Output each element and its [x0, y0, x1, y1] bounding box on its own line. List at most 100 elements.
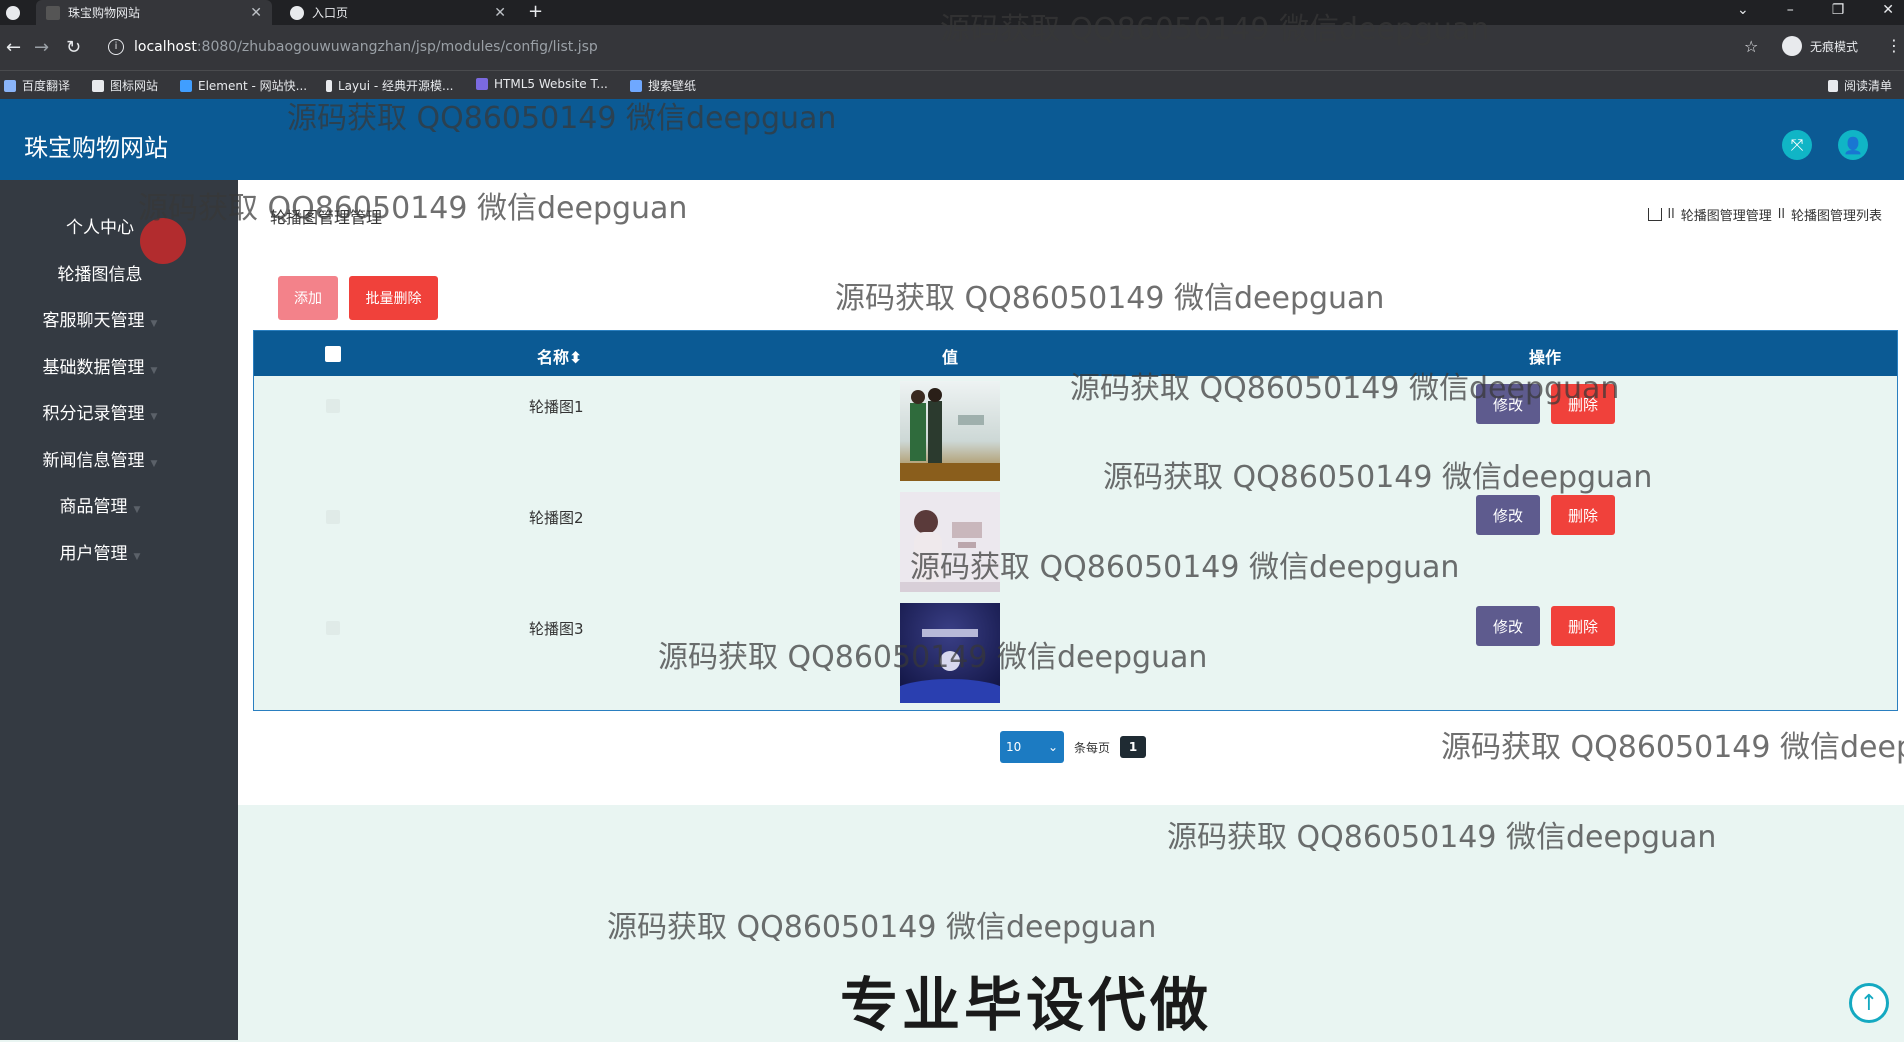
data-table: 名称⬍ 值 操作 轮播图1 修改 删除 轮播图2 修改 删除 轮播图3 修改 删… [253, 330, 1898, 711]
breadcrumb-item: 轮播图管理列表 [1790, 209, 1882, 224]
column-header-value: 值 [942, 348, 959, 367]
app-title: 珠宝购物网站 [24, 134, 168, 162]
sidebar-item-chat[interactable]: 客服聊天管理 ▼ [0, 306, 200, 331]
delete-button[interactable]: 删除 [1551, 495, 1615, 535]
table-row: 轮播图1 修改 删除 [254, 376, 1897, 487]
edit-button[interactable]: 修改 [1476, 606, 1540, 646]
carousel-image [900, 492, 1000, 592]
watermark: 源码获取 QQ86050149 微信deepguan [607, 910, 1157, 945]
sidebar-item-points[interactable]: 积分记录管理 ▼ [0, 399, 200, 424]
info-icon[interactable]: i [108, 39, 124, 55]
page-size-select[interactable]: 10 ⌄ [1000, 731, 1064, 763]
bookmark-item[interactable]: Layui - 经典开源模... [326, 77, 453, 94]
reading-list-icon [1828, 79, 1838, 92]
page-number-button[interactable]: 1 [1120, 736, 1147, 758]
row-checkbox[interactable] [326, 399, 340, 413]
sidebar-item-users[interactable]: 用户管理 ▼ [0, 539, 200, 564]
close-icon[interactable]: ✕ [494, 5, 506, 21]
per-page-label: 条每页 [1074, 740, 1111, 755]
row-checkbox[interactable] [326, 510, 340, 524]
bookmark-item[interactable]: 百度翻译 [4, 77, 70, 94]
restore-icon[interactable]: ❐ [1832, 2, 1845, 18]
url-host: localhost [134, 39, 197, 55]
element-icon [180, 79, 192, 92]
delete-button[interactable]: 删除 [1551, 384, 1615, 424]
close-window-icon[interactable]: ✕ [1882, 2, 1894, 18]
tab-favicon-icon [46, 5, 60, 20]
row-checkbox[interactable] [326, 621, 340, 635]
tab-label: 珠宝购物网站 [68, 6, 141, 20]
edit-button[interactable]: 修改 [1476, 495, 1540, 535]
bookmark-icon [4, 79, 16, 92]
select-all-checkbox[interactable] [325, 346, 341, 362]
minimize-icon[interactable]: – [1787, 2, 1794, 18]
user-icon[interactable]: 👤 [1838, 130, 1868, 160]
wallpaper-icon [630, 79, 642, 92]
chevron-down-icon: ▼ [150, 319, 158, 329]
chevron-down-icon: ▼ [133, 552, 141, 562]
chevron-down-icon: ▼ [150, 459, 158, 469]
address-bar[interactable]: i localhost :8080/zhubaogouwuwangzhan/js… [100, 35, 1770, 59]
watermark: 源码获取 QQ86050149 微信deepguan [1167, 820, 1717, 855]
html5-icon [476, 78, 488, 90]
carousel-image [900, 381, 1000, 481]
back-icon[interactable]: ← [6, 37, 21, 58]
column-header-name[interactable]: 名称⬍ [537, 344, 582, 368]
chevron-down-icon: ▼ [150, 412, 158, 422]
sidebar-item-carousel[interactable]: 轮播图信息 [0, 260, 200, 285]
chevron-down-icon[interactable]: ⌄ [1737, 2, 1749, 18]
breadcrumb: ll 轮播图管理管理 ll 轮播图管理列表 [1647, 205, 1882, 224]
sidebar-item-base-data[interactable]: 基础数据管理 ▼ [0, 353, 200, 378]
back-to-top-icon[interactable]: ↑ [1849, 983, 1889, 1023]
add-button[interactable]: 添加 [278, 276, 338, 320]
carousel-image [900, 603, 1000, 703]
star-icon[interactable]: ☆ [1744, 37, 1758, 56]
pagination: 10 ⌄ 条每页 1 [1000, 731, 1147, 763]
url-path: :8080/zhubaogouwuwangzhan/jsp/modules/co… [196, 39, 598, 55]
chevron-down-icon: ▼ [150, 366, 158, 376]
row-name: 轮播图3 [529, 620, 584, 638]
bookmark-item[interactable]: HTML5 Website T... [476, 77, 608, 91]
close-icon[interactable]: ✕ [250, 5, 262, 21]
layui-icon [326, 79, 332, 92]
reload-icon[interactable]: ↻ [66, 37, 81, 58]
bookmark-item[interactable]: 图标网站 [92, 77, 158, 94]
incognito-icon [1782, 36, 1802, 56]
incognito-profile[interactable]: 无痕模式 [1782, 36, 1858, 56]
globe-icon [290, 5, 304, 20]
profile-label: 无痕模式 [1810, 39, 1859, 54]
chevron-down-icon: ⌄ [1047, 740, 1058, 754]
bookmark-item[interactable]: 搜索壁纸 [630, 77, 696, 94]
home-icon[interactable] [1647, 208, 1662, 221]
promo-banner: 专业毕设代做 [840, 971, 1213, 1039]
table-row: 轮播图2 修改 删除 [254, 487, 1897, 598]
new-tab-button[interactable]: + [528, 1, 543, 22]
table-row: 轮播图3 修改 删除 [254, 598, 1897, 709]
reading-list[interactable]: 阅读清单 [1828, 77, 1892, 94]
sidebar-item-news[interactable]: 新闻信息管理 ▼ [0, 446, 200, 471]
more-menu-icon[interactable]: ⋮ [1886, 36, 1902, 55]
tab-entry[interactable]: 入口页 ✕ [280, 0, 516, 25]
batch-delete-button[interactable]: 批量删除 [349, 276, 438, 320]
chevron-down-icon: ▼ [133, 505, 141, 515]
delete-button[interactable]: 删除 [1551, 606, 1615, 646]
browser-tab-bar: 珠宝购物网站 ✕ 入口页 ✕ + ⌄ – ❐ ✕ [0, 0, 1904, 25]
sort-icon[interactable]: ⬍ [569, 348, 582, 367]
chrome-icon [0, 0, 24, 25]
row-name: 轮播图1 [529, 398, 584, 416]
app-header: 珠宝购物网站 ⤧ 👤 [0, 99, 1904, 180]
flag-icon [92, 79, 104, 92]
sidebar-item-products[interactable]: 商品管理 ▼ [0, 492, 200, 517]
forward-icon[interactable]: → [34, 37, 49, 58]
table-header: 名称⬍ 值 操作 [254, 331, 1897, 376]
tab-active[interactable]: 珠宝购物网站 ✕ [36, 0, 272, 25]
fullscreen-icon[interactable]: ⤧ [1782, 130, 1812, 160]
bookmark-item[interactable]: Element - 网站快... [180, 77, 307, 94]
breadcrumb-item[interactable]: 轮播图管理管理 [1681, 205, 1772, 224]
column-header-actions: 操作 [1529, 348, 1562, 367]
edit-button[interactable]: 修改 [1476, 384, 1540, 424]
tab-label: 入口页 [312, 6, 349, 20]
window-controls: ⌄ – ❐ ✕ [1737, 2, 1894, 18]
click-indicator [140, 218, 186, 264]
bookmarks-bar: 百度翻译 图标网站 Element - 网站快... Layui - 经典开源模… [0, 70, 1904, 99]
